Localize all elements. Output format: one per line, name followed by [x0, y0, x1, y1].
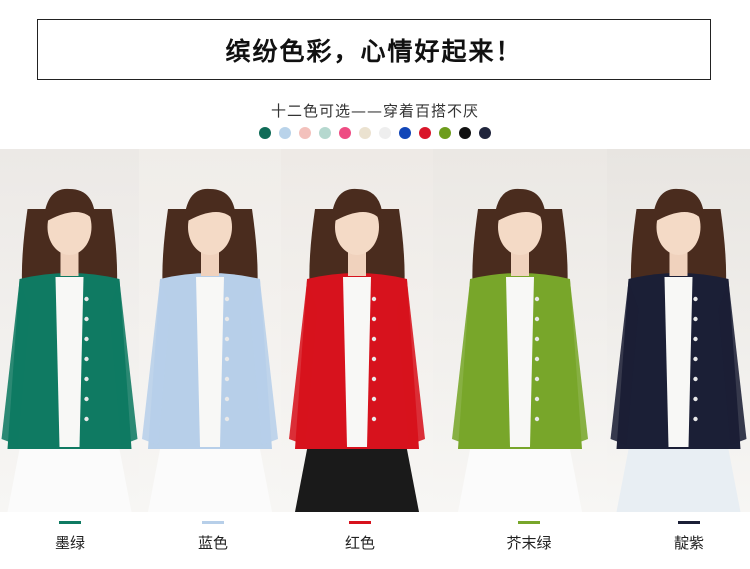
- model-figure: [142, 188, 278, 512]
- cardigan-button: [534, 336, 540, 342]
- color-swatch[interactable]: [339, 127, 351, 139]
- color-name: 红色: [344, 534, 375, 552]
- model-figure: [610, 188, 747, 512]
- inner-top: [506, 277, 534, 447]
- cardigan-button: [693, 356, 698, 362]
- color-swatch[interactable]: [279, 127, 291, 139]
- cardigan-button: [693, 376, 698, 382]
- cardigan-button: [84, 336, 89, 342]
- product-photos: [0, 149, 750, 512]
- color-labels: 墨绿 蓝色 红色 芥末绿 靛紫: [0, 512, 750, 569]
- color-bar: [349, 521, 371, 524]
- cardigan-button: [224, 336, 230, 342]
- color-swatch[interactable]: [379, 127, 391, 139]
- color-name: 芥末绿: [506, 534, 552, 552]
- color-swatch[interactable]: [399, 127, 411, 139]
- subtitle: 十二色可选——穿着百搭不厌: [270, 102, 479, 120]
- inner-top: [55, 277, 84, 447]
- color-swatch[interactable]: [319, 127, 331, 139]
- cardigan-button: [534, 416, 540, 422]
- skirt: [7, 439, 132, 512]
- cardigan-button: [371, 376, 377, 382]
- color-bar: [59, 521, 81, 524]
- skirt: [295, 439, 419, 512]
- color-label-red: 红色: [285, 512, 435, 553]
- color-swatch[interactable]: [419, 127, 431, 139]
- color-swatch[interactable]: [299, 127, 311, 139]
- cardigan-button: [534, 356, 540, 362]
- color-bar: [678, 521, 700, 524]
- cardigan-button: [224, 396, 230, 402]
- inner-top: [664, 277, 693, 447]
- color-label-indigo: 靛紫: [614, 512, 750, 553]
- skirt: [458, 439, 582, 512]
- product-photo-dark-green[interactable]: [0, 149, 139, 512]
- cardigan-button: [371, 316, 377, 322]
- cardigan-button: [371, 296, 377, 302]
- color-swatch[interactable]: [259, 127, 271, 139]
- model-figure: [289, 188, 425, 512]
- cardigan-button: [534, 396, 540, 402]
- cardigan-button: [84, 376, 89, 382]
- color-swatch[interactable]: [459, 127, 471, 139]
- product-photo-mustard-green[interactable]: [433, 149, 607, 512]
- skirt: [616, 439, 741, 512]
- inner-top: [343, 277, 371, 447]
- color-name: 墨绿: [54, 534, 85, 552]
- color-swatch[interactable]: [439, 127, 451, 139]
- cardigan-button: [84, 416, 89, 422]
- color-swatches: [0, 127, 750, 139]
- color-label-blue: 蓝色: [138, 512, 288, 553]
- cardigan-button: [534, 316, 540, 322]
- inner-top: [196, 277, 224, 447]
- color-bar: [518, 521, 540, 524]
- model-figure: [452, 188, 588, 512]
- color-swatch[interactable]: [479, 127, 491, 139]
- cardigan-button: [371, 416, 377, 422]
- color-bar: [202, 521, 224, 524]
- cardigan-button: [224, 296, 230, 302]
- cardigan-button: [84, 316, 89, 322]
- cardigan-button: [84, 296, 89, 302]
- product-photo-indigo[interactable]: [607, 149, 750, 512]
- cardigan-button: [84, 356, 89, 362]
- cardigan-button: [224, 376, 230, 382]
- cardigan-button: [371, 396, 377, 402]
- cardigan-button: [84, 396, 89, 402]
- color-swatch[interactable]: [359, 127, 371, 139]
- page-title: 缤纷色彩，心情好起来！: [225, 36, 523, 66]
- skirt: [148, 439, 272, 512]
- color-name: 靛紫: [673, 534, 704, 552]
- cardigan-button: [693, 296, 698, 302]
- product-photo-red[interactable]: [281, 149, 433, 512]
- cardigan-button: [534, 296, 540, 302]
- color-name: 蓝色: [197, 534, 228, 552]
- product-photo-blue[interactable]: [139, 149, 281, 512]
- title-box: 缤纷色彩，心情好起来！: [37, 19, 711, 80]
- cardigan-button: [534, 376, 540, 382]
- color-label-dark-green: 墨绿: [0, 512, 145, 553]
- cardigan-button: [693, 396, 698, 402]
- cardigan-button: [224, 356, 230, 362]
- cardigan-button: [693, 416, 698, 422]
- cardigan-button: [693, 336, 698, 342]
- color-label-mustard-green: 芥末绿: [454, 512, 604, 553]
- cardigan-button: [371, 336, 377, 342]
- cardigan-button: [371, 356, 377, 362]
- cardigan-button: [693, 316, 698, 322]
- cardigan-button: [224, 316, 230, 322]
- cardigan-button: [224, 416, 230, 422]
- model-figure: [1, 188, 138, 512]
